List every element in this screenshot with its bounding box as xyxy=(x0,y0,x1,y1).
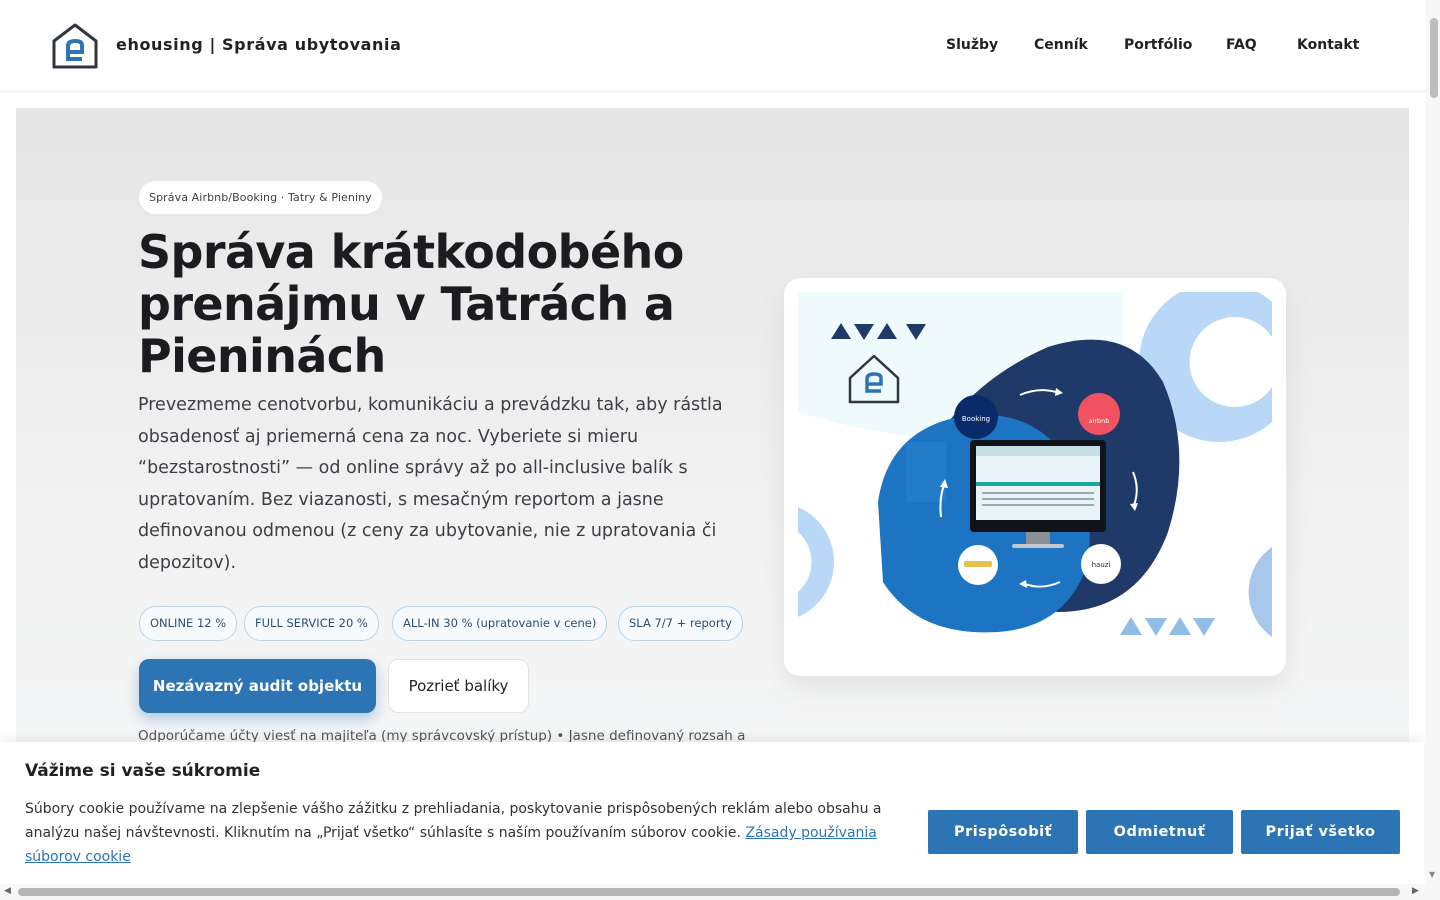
vertical-scrollbar[interactable]: ▼ xyxy=(1426,0,1440,884)
chip-all-in: ALL-IN 30 % (upratovanie v cene) xyxy=(392,606,608,641)
cookie-title: Vážime si vaše súkromie xyxy=(25,761,261,781)
scrollbar-corner xyxy=(1426,884,1440,900)
chip-full-service: FULL SERVICE 20 % xyxy=(244,606,379,641)
vertical-scroll-thumb[interactable] xyxy=(1430,18,1438,98)
cookie-accept-all-button[interactable]: Prijať všetko xyxy=(1241,810,1400,854)
nav-sluzby[interactable]: Služby xyxy=(946,37,998,53)
scroll-right-arrow-icon[interactable]: ▶ xyxy=(1412,886,1419,896)
hauzi-label: hauzi xyxy=(1092,561,1111,569)
hero-title: Správa krátkodobého prenájmu v Tatrách a… xyxy=(138,225,684,383)
chip-online: ONLINE 12 % xyxy=(139,606,238,641)
cookie-reject-button[interactable]: Odmietnuť xyxy=(1086,810,1233,854)
booking-label: Booking xyxy=(962,415,990,423)
nav-kontakt[interactable]: Kontakt xyxy=(1297,37,1359,53)
nav-portfolio[interactable]: Portfólio xyxy=(1124,37,1192,53)
main-nav: Služby Cenník Portfólio FAQ Kontakt xyxy=(0,37,1426,57)
airbnb-label: airbnb xyxy=(1089,417,1110,425)
scroll-left-arrow-icon[interactable]: ◀ xyxy=(4,886,11,896)
hero-lead: Prevezmeme cenotvorbu, komunikáciu a pre… xyxy=(138,395,723,573)
audit-button[interactable]: Nezávazný audit objektu xyxy=(139,659,376,713)
platforms-illustration: Booking airbnb hauzi xyxy=(798,292,1272,662)
scroll-down-arrow-icon[interactable]: ▼ xyxy=(1429,870,1435,879)
nav-cennik[interactable]: Cenník xyxy=(1034,37,1088,53)
cookie-text: Súbory cookie používame na zlepšenie váš… xyxy=(25,801,882,865)
hero-badge: Správa Airbnb/Booking · Tatry & Pieniny xyxy=(139,181,382,214)
hero-illustration-card: Booking airbnb hauzi xyxy=(784,278,1286,676)
cookie-banner: Vážime si vaše súkromie Súbory cookie po… xyxy=(0,742,1424,884)
horizontal-scroll-thumb[interactable] xyxy=(18,888,1400,896)
chip-sla: SLA 7/7 + reporty xyxy=(618,606,743,641)
site-header: ehousing | Správa ubytovania Služby Cenn… xyxy=(0,0,1426,92)
packages-button[interactable]: Pozrieť balíky xyxy=(388,659,529,713)
horizontal-scrollbar[interactable]: ◀ ▶ xyxy=(0,884,1426,900)
cookie-customize-button[interactable]: Prispôsobiť xyxy=(928,810,1078,854)
nav-faq[interactable]: FAQ xyxy=(1226,37,1257,53)
